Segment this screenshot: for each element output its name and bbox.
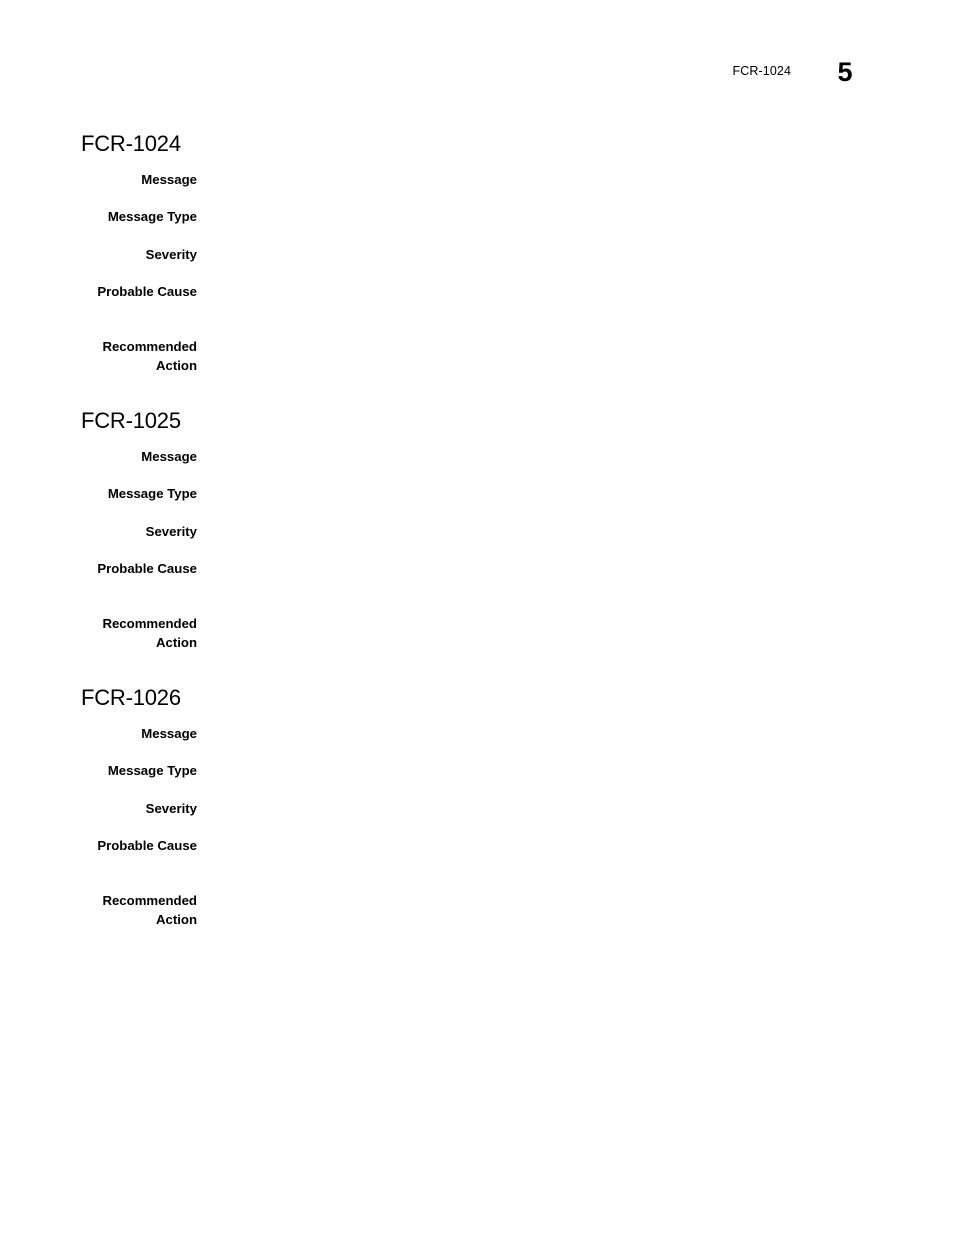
field-label: Message bbox=[141, 726, 197, 741]
field-label: Message bbox=[141, 172, 197, 187]
field-label-line: Action bbox=[155, 634, 197, 650]
field-label-line: Recommended bbox=[102, 616, 197, 631]
field-label-line: Action bbox=[155, 357, 197, 373]
page-running-header: FCR-1024 5 bbox=[0, 56, 954, 96]
field-value bbox=[213, 837, 913, 838]
field-value bbox=[213, 448, 913, 449]
field-label-line: Recommended bbox=[102, 339, 197, 354]
section-heading: FCR-1025 bbox=[81, 408, 181, 433]
field-value bbox=[213, 208, 913, 209]
field-value bbox=[213, 485, 913, 486]
field-label: Severity bbox=[145, 524, 197, 539]
field-label: Message Type bbox=[107, 763, 197, 778]
field-label: Message Type bbox=[107, 209, 197, 224]
field-value bbox=[213, 615, 913, 616]
section-heading: FCR-1024 bbox=[81, 131, 181, 156]
field-value bbox=[213, 171, 913, 172]
field-value bbox=[213, 892, 913, 893]
field-value bbox=[213, 725, 913, 726]
page-number: 5 bbox=[837, 57, 853, 87]
field-label: Message bbox=[141, 449, 197, 464]
field-label: Severity bbox=[145, 801, 197, 816]
field-label: Message Type bbox=[107, 486, 197, 501]
field-value bbox=[213, 338, 913, 339]
field-value bbox=[213, 283, 913, 284]
document-page: FCR-1024 5 FCR-1024 Message Message Type Se… bbox=[0, 0, 954, 1235]
field-label-line: Recommended bbox=[102, 893, 197, 908]
field-value bbox=[213, 762, 913, 763]
field-label: Probable Cause bbox=[97, 561, 197, 576]
field-label-line: Action bbox=[155, 911, 197, 927]
field-value bbox=[213, 560, 913, 561]
field-label: Recommended Action bbox=[0, 338, 197, 375]
field-label: Recommended Action bbox=[0, 892, 197, 929]
field-value bbox=[213, 246, 913, 247]
field-label: Probable Cause bbox=[97, 284, 197, 299]
field-value bbox=[213, 523, 913, 524]
section-heading: FCR-1026 bbox=[81, 685, 181, 710]
field-label: Recommended Action bbox=[0, 615, 197, 652]
field-label: Probable Cause bbox=[97, 838, 197, 853]
header-document-reference: FCR-1024 bbox=[732, 64, 791, 78]
field-label: Severity bbox=[145, 247, 197, 262]
field-value bbox=[213, 800, 913, 801]
